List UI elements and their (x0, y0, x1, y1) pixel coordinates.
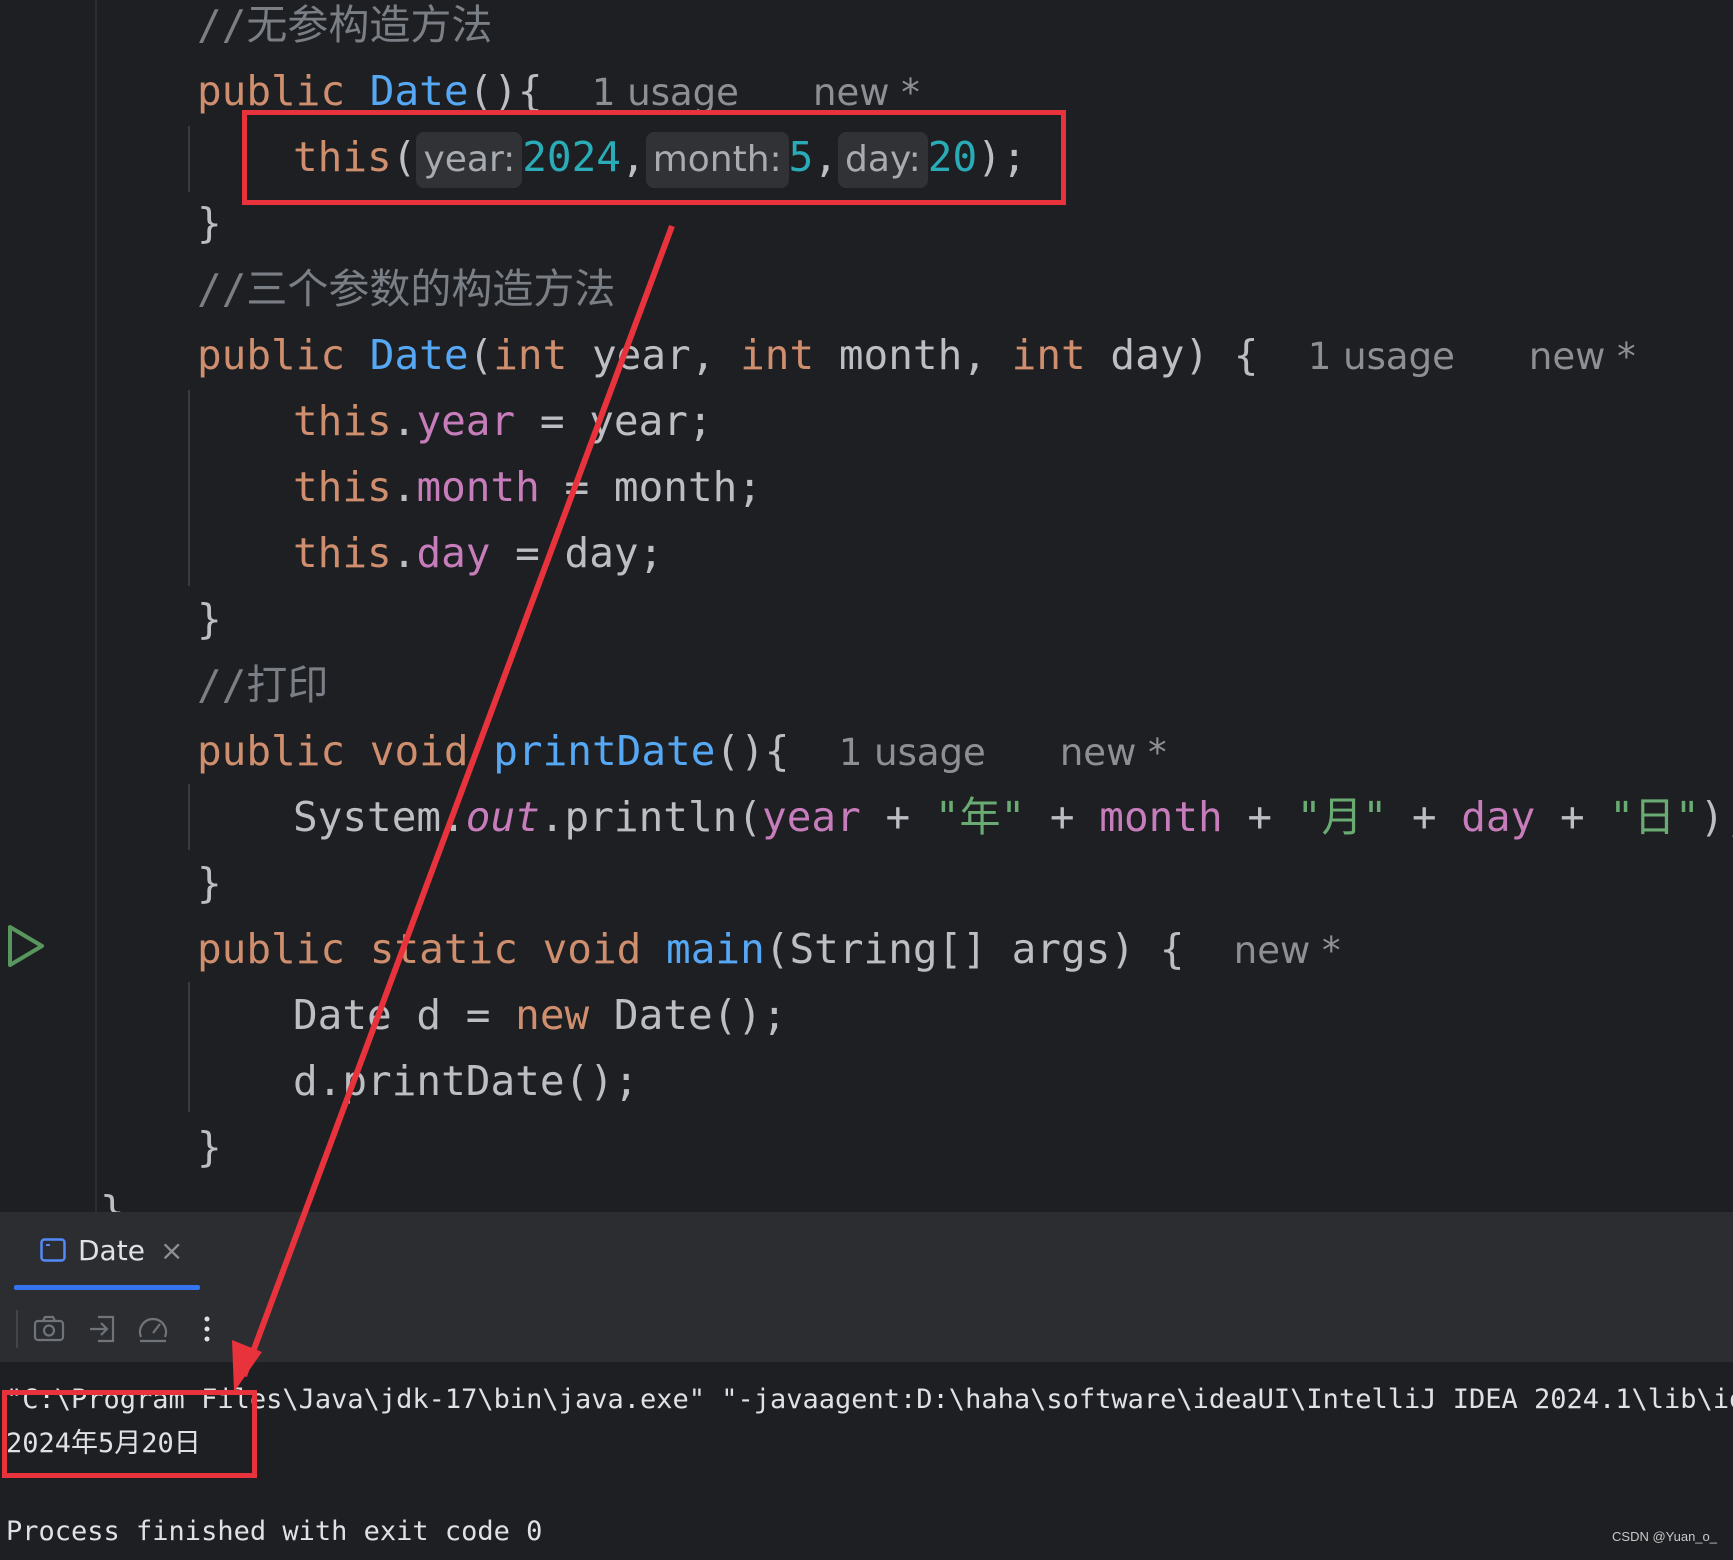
code-text: (String[] args) { (764, 925, 1185, 973)
gutter-separator (95, 0, 97, 1212)
code-text: = day; (490, 529, 664, 577)
highlight-box-this-call (242, 110, 1066, 205)
usage-hint[interactable]: 1 usage (592, 71, 739, 114)
import-icon[interactable] (86, 1312, 120, 1346)
code-text: + (1535, 793, 1610, 841)
keyword: new (515, 991, 590, 1039)
console-window-icon (40, 1238, 66, 1262)
comment-no-arg-constructor: //无参构造方法 (197, 1, 493, 49)
console-tab-bar: Date × (0, 1212, 1733, 1296)
keyword: void (542, 925, 642, 973)
keyword-this: this (293, 397, 392, 445)
author-hint[interactable]: new * (1529, 335, 1636, 378)
code-text: System. (293, 793, 466, 841)
code-line-assign-month: this.month = month; (293, 454, 762, 520)
tab-label: Date (78, 1234, 145, 1267)
field-name: month (1099, 793, 1223, 841)
toolbar-divider (16, 1310, 18, 1348)
keyword-this: this (293, 529, 392, 577)
code-text: day) { (1085, 331, 1259, 379)
keyword: int (740, 331, 815, 379)
code-line-main-decl: public static void main(String[] args) {… (197, 916, 1341, 982)
author-hint[interactable]: new * (1060, 731, 1167, 774)
closing-brace: } (197, 595, 222, 643)
indent-guide (188, 784, 190, 850)
run-gutter-icon[interactable] (6, 924, 46, 968)
string-literal: "年" (934, 793, 1026, 841)
code-text: . (391, 397, 417, 445)
console-command-line: "C:\Program Files\Java\jdk-17\bin\java.e… (6, 1384, 1733, 1415)
highlight-box-output (2, 1390, 257, 1478)
comment-print: //打印 (197, 661, 329, 709)
method-name: printDate (493, 727, 716, 775)
closing-brace: } (197, 1123, 222, 1171)
keyword: public (197, 925, 346, 973)
author-hint[interactable]: new * (1234, 929, 1341, 972)
code-text: + (860, 793, 935, 841)
constructor-name: Date (369, 67, 469, 115)
profiler-gauge-icon[interactable] (136, 1312, 170, 1346)
active-tab-indicator (14, 1285, 200, 1290)
code-text: Date(); (589, 991, 787, 1039)
code-text: = month; (539, 463, 763, 511)
code-line-printdate-decl: public void printDate(){ 1 usage new * (197, 718, 1167, 784)
field-name: year (416, 397, 516, 445)
code-text: . (391, 463, 417, 511)
code-text: + (1025, 793, 1100, 841)
keyword: int (1011, 331, 1086, 379)
console-toolbar (0, 1294, 1733, 1362)
code-line-println: System.out.println(year + "年" + month + … (293, 784, 1733, 850)
code-text: + (1387, 793, 1462, 841)
field-name: day (416, 529, 491, 577)
code-text: (){ (715, 727, 790, 775)
run-console-panel: Date × "C:\Program Files\Java\jdk-17\bin… (0, 1212, 1733, 1560)
static-field: out (465, 793, 540, 841)
keyword: public (197, 331, 346, 379)
code-text: ); (1699, 793, 1733, 841)
code-text: year, (567, 331, 741, 379)
tab-date-run[interactable]: Date × (14, 1212, 200, 1294)
constructor-name: Date (369, 331, 469, 379)
keyword: int (493, 331, 568, 379)
close-icon[interactable]: × (160, 1234, 183, 1267)
string-literal: "日" (1609, 793, 1700, 841)
keyword: public (197, 67, 346, 115)
indent-guide (188, 126, 190, 192)
code-text: Date d = (293, 991, 516, 1039)
code-text: . (391, 529, 417, 577)
watermark: CSDN @Yuan_o_ (1612, 1529, 1717, 1544)
camera-icon[interactable] (32, 1312, 66, 1346)
keyword: public (197, 727, 346, 775)
usage-hint[interactable]: 1 usage (1308, 335, 1455, 378)
field-name: month (416, 463, 540, 511)
more-options-icon[interactable] (190, 1312, 224, 1346)
closing-brace: } (197, 199, 222, 247)
code-text: .println( (539, 793, 763, 841)
keyword-this: this (293, 463, 392, 511)
class-closing-brace: } (100, 1187, 125, 1212)
code-line-new-date: Date d = new Date(); (293, 982, 787, 1048)
method-name: main (666, 925, 765, 973)
code-text: = year; (515, 397, 713, 445)
indent-guide (188, 390, 190, 586)
code-text: + (1222, 793, 1297, 841)
console-exit-message: Process finished with exit code 0 (6, 1516, 543, 1547)
string-literal: "月" (1296, 793, 1388, 841)
code-text: ( (468, 331, 494, 379)
keyword: static (369, 925, 518, 973)
field-name: day (1461, 793, 1536, 841)
usage-hint[interactable]: 1 usage (839, 731, 986, 774)
code-line-call-printdate: d.printDate(); (293, 1057, 639, 1105)
keyword: void (369, 727, 469, 775)
code-line-constructor-3arg: public Date(int year, int month, int day… (197, 322, 1636, 388)
comment-three-arg-constructor: //三个参数的构造方法 (197, 265, 616, 313)
author-hint[interactable]: new * (813, 71, 920, 114)
code-line-assign-day: this.day = day; (293, 520, 663, 586)
code-text: month, (814, 331, 1012, 379)
field-name: year (762, 793, 861, 841)
code-line-assign-year: this.year = year; (293, 388, 713, 454)
code-text: (){ (468, 67, 543, 115)
indent-guide (188, 982, 190, 1112)
closing-brace: } (197, 859, 222, 907)
